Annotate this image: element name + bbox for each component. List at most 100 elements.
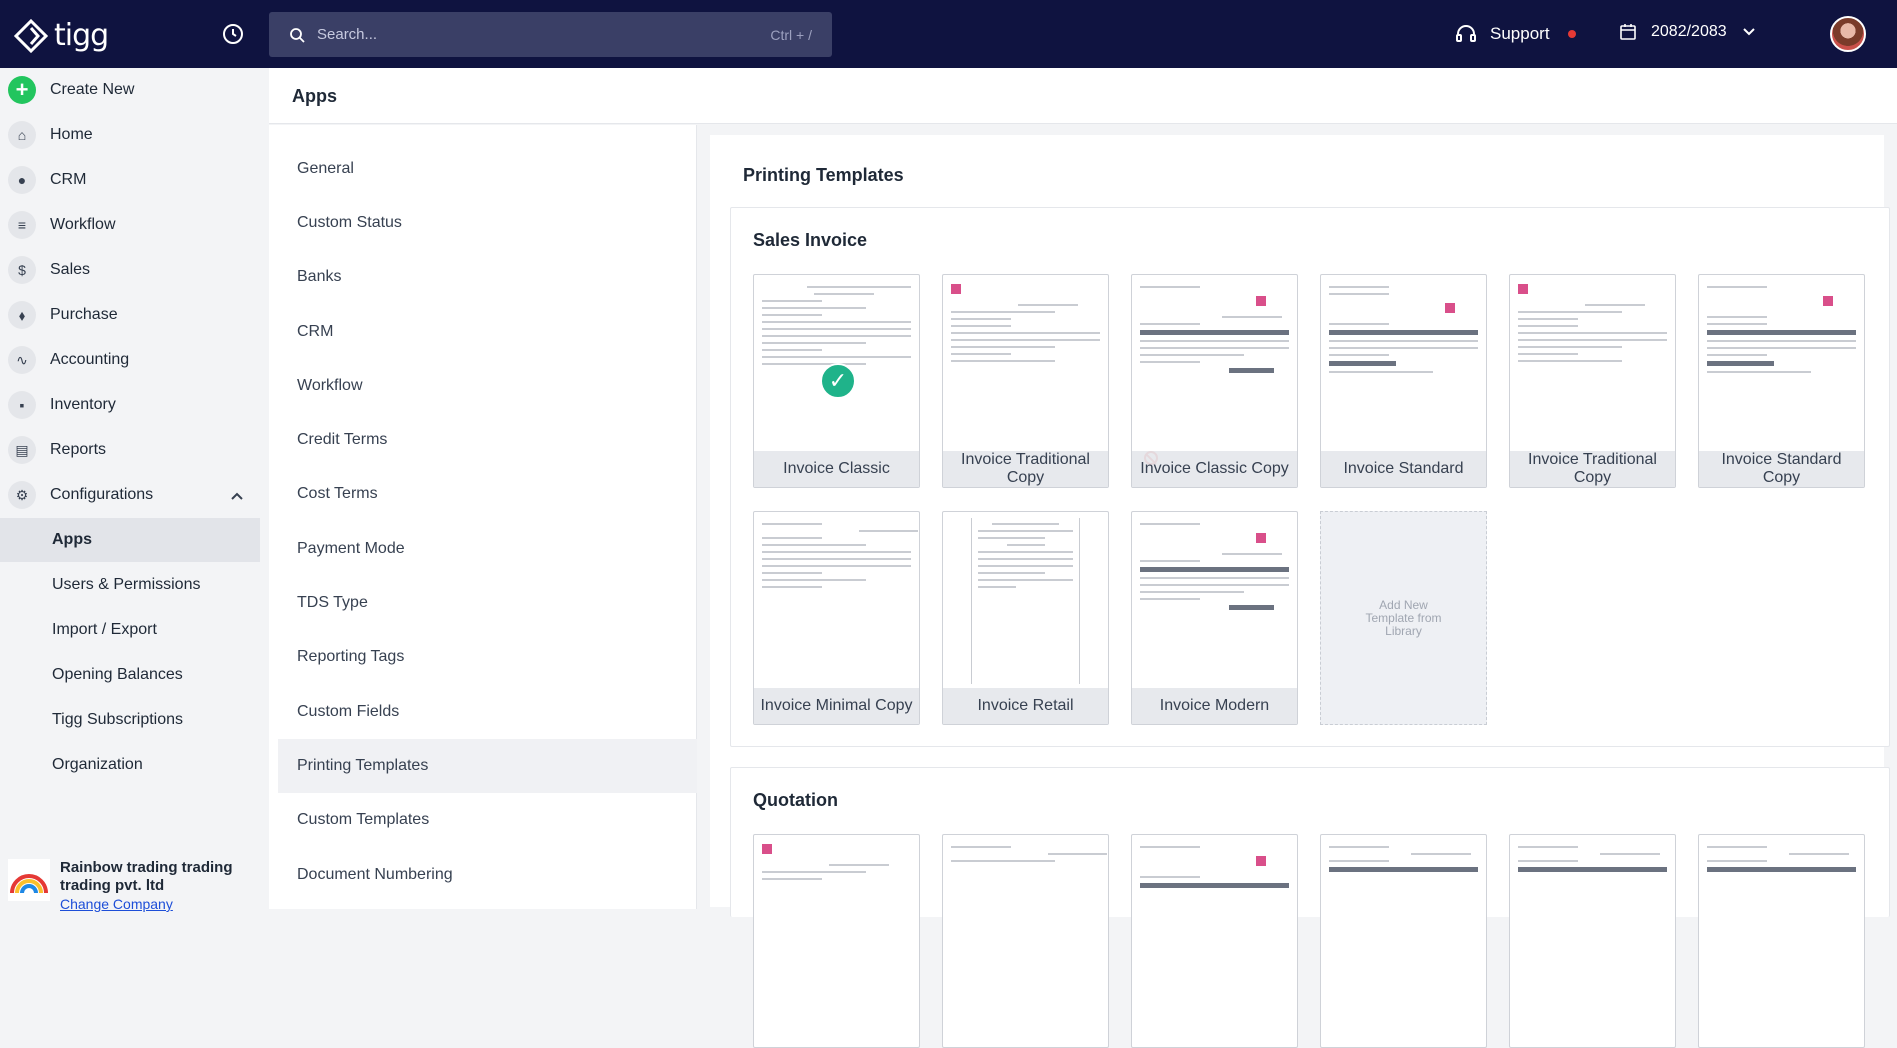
menu-item-payment-mode[interactable]: Payment Mode (297, 540, 405, 558)
template-label: Invoice Traditional Copy (1510, 451, 1675, 487)
template-label: Invoice Standard Copy (1699, 451, 1864, 487)
company-switcher: Rainbow trading trading trading pvt. ltd… (8, 859, 250, 913)
sidebar-item-home[interactable]: ⌂ Home (8, 117, 93, 153)
fiscal-year-value: 2082/2083 (1651, 23, 1727, 40)
create-new-button[interactable]: + Create New (8, 72, 134, 108)
template-card[interactable] (1509, 834, 1676, 1048)
sidebar-item-label: CRM (50, 171, 87, 188)
apps-menu: General Custom Status Banks CRM Workflow… (269, 125, 697, 909)
menu-item-custom-fields[interactable]: Custom Fields (297, 703, 399, 721)
template-preview (1329, 281, 1478, 447)
template-preview (1707, 841, 1856, 1007)
sidebar-subitem-import-export[interactable]: Import / Export (52, 621, 157, 639)
template-card[interactable]: Invoice Traditional Copy (1509, 274, 1676, 488)
sidebar-subitem-opening-balances[interactable]: Opening Balances (52, 666, 183, 684)
template-preview (971, 518, 1080, 684)
search-shortcut: Ctrl + / (770, 26, 812, 43)
menu-item-custom-templates[interactable]: Custom Templates (297, 811, 429, 829)
selected-check-icon: ✓ (820, 363, 856, 399)
user-avatar[interactable] (1830, 16, 1866, 52)
menu-item-printing-templates[interactable]: Printing Templates (297, 757, 428, 775)
menu-item-crm[interactable]: CRM (297, 323, 333, 341)
menu-item-workflow[interactable]: Workflow (297, 377, 363, 395)
sidebar-item-reports[interactable]: ▤ Reports (8, 432, 106, 468)
template-preview (951, 281, 1100, 447)
search-placeholder: Search... (317, 26, 378, 43)
chevron-down-icon (1742, 28, 1755, 36)
template-card[interactable]: Invoice Traditional Copy (942, 274, 1109, 488)
menu-item-tds-type[interactable]: TDS Type (297, 594, 368, 612)
template-card[interactable]: Invoice Retail (942, 511, 1109, 725)
home-icon: ⌂ (8, 121, 36, 149)
template-card[interactable] (1698, 834, 1865, 1048)
sidebar-item-purchase[interactable]: ⬧ Purchase (8, 297, 118, 333)
menu-item-reporting-tags[interactable]: Reporting Tags (297, 648, 404, 666)
tigg-logo[interactable]: tigg (14, 18, 109, 53)
template-preview (1518, 841, 1667, 1007)
fiscal-year-selector[interactable]: 2082/2083 (1619, 23, 1757, 41)
chart-line-icon: ∿ (8, 346, 36, 374)
template-card[interactable]: Invoice Standard (1320, 274, 1487, 488)
menu-item-document-numbering[interactable]: Document Numbering (297, 866, 453, 884)
sidebar-subitem-tigg-subscriptions[interactable]: Tigg Subscriptions (52, 711, 183, 729)
top-bar: tigg Search... Ctrl + / Support 2082/208… (0, 0, 1897, 68)
gear-icon: ⚙ (8, 481, 36, 509)
template-card[interactable] (1320, 834, 1487, 1048)
template-card[interactable]: Invoice Modern (1131, 511, 1298, 725)
sidebar-item-crm[interactable]: ● CRM (8, 162, 86, 198)
brand-name: tigg (54, 18, 109, 53)
page-header: Apps (269, 68, 1897, 124)
sidebar-item-label: Workflow (50, 216, 116, 233)
sidebar-item-label: Sales (50, 261, 91, 278)
template-card[interactable]: Invoice Minimal Copy (753, 511, 920, 725)
sidebar-item-inventory[interactable]: ▪ Inventory (8, 387, 116, 423)
change-company-link[interactable]: Change Company (60, 895, 250, 913)
sidebar-subitem-apps[interactable]: Apps (52, 531, 92, 549)
sidebar-subitem-users-permissions[interactable]: Users & Permissions (52, 576, 200, 594)
menu-item-custom-status[interactable]: Custom Status (297, 214, 402, 232)
quotation-title: Quotation (753, 790, 838, 810)
workflow-icon: ≡ (8, 211, 36, 239)
main-content: Printing Templates Sales Invoice ✓ Invoi… (698, 125, 1897, 1048)
notification-dot (1567, 30, 1576, 38)
add-new-template-button[interactable]: Add New Template from Library (1320, 511, 1487, 725)
tigg-logo-icon (14, 18, 48, 53)
boxes-icon: ▪ (8, 391, 36, 419)
template-preview (951, 841, 1108, 1007)
template-preview (1140, 518, 1289, 684)
template-label: Invoice Retail (943, 688, 1108, 724)
menu-item-banks[interactable]: Banks (297, 268, 341, 286)
page-title: Apps (292, 86, 337, 106)
section-title: Printing Templates (743, 165, 904, 185)
headset-icon (1456, 25, 1476, 42)
template-card[interactable]: ✓ Invoice Classic (753, 274, 920, 488)
sidebar-item-label: Home (50, 126, 93, 143)
template-preview (762, 518, 919, 684)
printing-templates-panel: Printing Templates Sales Invoice ✓ Invoi… (710, 135, 1890, 1048)
sidebar-subitem-organization[interactable]: Organization (52, 756, 143, 774)
template-card[interactable] (753, 834, 920, 1048)
quotation-section: Quotation (730, 767, 1890, 1048)
search-bar[interactable]: Search... Ctrl + / (269, 12, 832, 57)
support-button[interactable]: Support (1454, 22, 1576, 46)
sidebar-item-configurations[interactable]: ⚙ Configurations (8, 477, 244, 513)
search-icon (290, 27, 305, 43)
template-label: Invoice Classic (754, 451, 919, 487)
calendar-icon (1620, 24, 1636, 40)
sidebar-item-workflow[interactable]: ≡ Workflow (8, 207, 116, 243)
sales-invoice-section: Sales Invoice ✓ Invoice Classic Invoice … (730, 207, 1890, 747)
template-preview (1518, 281, 1667, 447)
template-card[interactable]: Invoice Classic Copy (1131, 274, 1298, 488)
template-card[interactable] (942, 834, 1109, 1048)
menu-item-general[interactable]: General (297, 160, 354, 178)
template-preview (1140, 281, 1289, 447)
company-name: Rainbow trading trading trading pvt. ltd (60, 859, 233, 894)
history-icon[interactable] (221, 22, 245, 46)
sidebar-item-sales[interactable]: $ Sales (8, 252, 90, 288)
menu-item-cost-terms[interactable]: Cost Terms (297, 485, 378, 503)
sidebar-item-accounting[interactable]: ∿ Accounting (8, 342, 129, 378)
template-card[interactable]: Invoice Standard Copy (1698, 274, 1865, 488)
template-card[interactable] (1131, 834, 1298, 1048)
menu-item-credit-terms[interactable]: Credit Terms (297, 431, 387, 449)
add-new-template-label: Add New Template from Library (1365, 597, 1442, 638)
